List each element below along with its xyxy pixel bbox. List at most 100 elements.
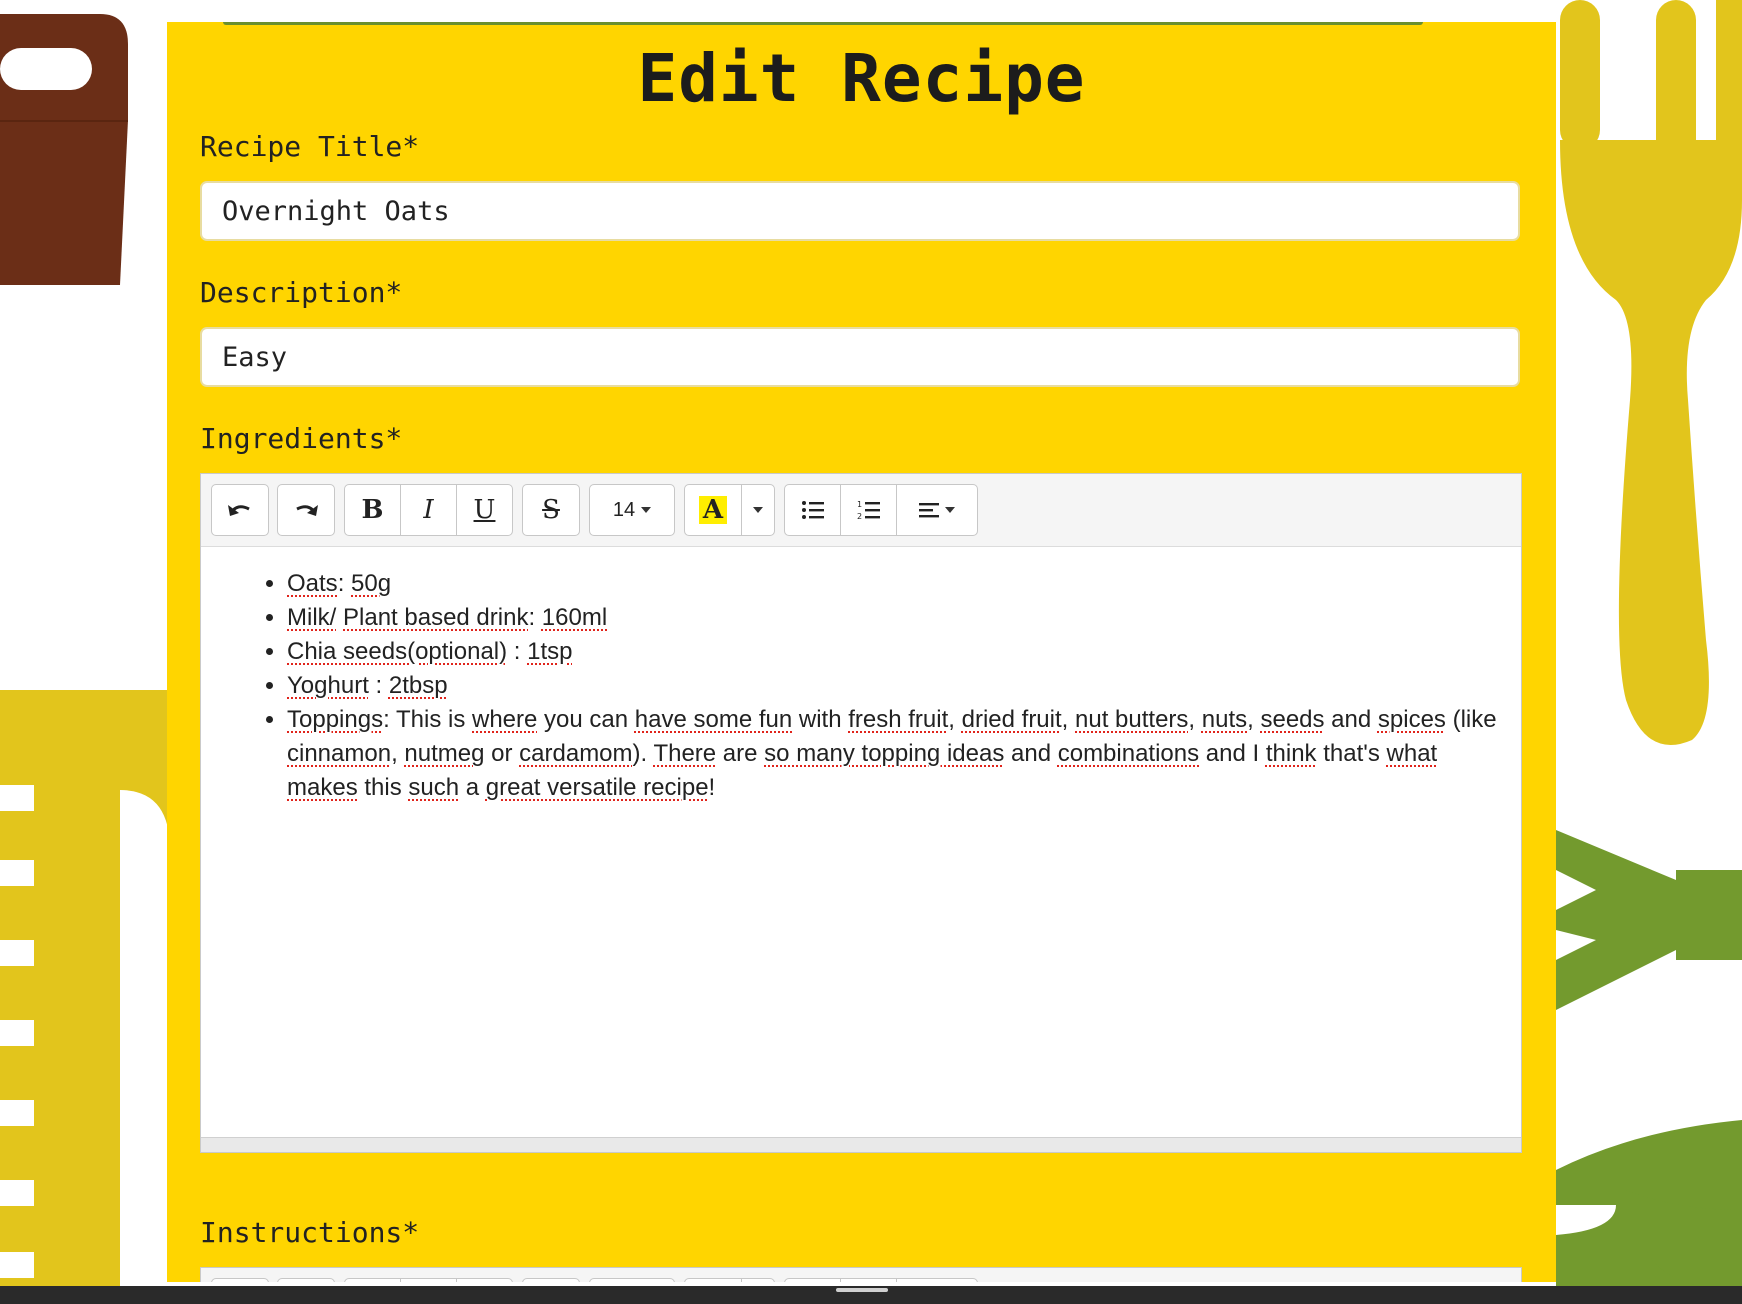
list-item-text: ). <box>632 740 654 767</box>
list-item-text: so many topping ideas <box>764 740 1005 767</box>
list-item-text: 2tbsp <box>388 672 448 699</box>
highlight-a-icon: A <box>698 496 728 524</box>
highlight-color-dropdown[interactable] <box>741 484 775 536</box>
unordered-list-icon <box>801 501 824 519</box>
list-item-text <box>336 604 343 631</box>
resize-grip[interactable] <box>836 1288 888 1292</box>
bold-button[interactable]: B <box>344 484 401 536</box>
ordered-list-icon: 12 <box>857 500 880 521</box>
list-item-text: , <box>1061 706 1075 733</box>
instructions-label: Instructions* <box>200 1216 420 1249</box>
strikethrough-button[interactable]: S <box>522 1278 580 1282</box>
list-item: Chia seeds(optional) : 1tsp <box>287 635 1501 669</box>
list-item-text: , <box>1188 706 1202 733</box>
list-item-text: spices <box>1377 706 1446 733</box>
underline-button[interactable]: U <box>456 1278 513 1282</box>
list-item-text: dried fruit <box>961 706 1062 733</box>
list-item-text: where <box>472 706 538 733</box>
unordered-list-button[interactable] <box>784 1278 841 1282</box>
description-input[interactable] <box>200 327 1520 387</box>
list-item-text: what <box>1386 740 1438 767</box>
highlight-color-button[interactable]: A <box>684 1278 742 1282</box>
list-item-text: Yoghurt <box>287 672 369 699</box>
highlight-color-dropdown[interactable] <box>741 1278 775 1282</box>
cup-illustration <box>0 14 128 285</box>
ordered-list-button[interactable]: 12 <box>840 484 897 536</box>
list-item-text: and I <box>1199 740 1266 767</box>
list-item-text: cinnamon <box>287 740 392 767</box>
chevron-down-icon <box>753 507 763 513</box>
measuring-jug-illustration <box>0 690 170 1290</box>
redo-icon <box>296 505 318 516</box>
italic-button[interactable]: I <box>400 1278 457 1282</box>
list-item: Oats: 50g <box>287 567 1501 601</box>
undo-button[interactable] <box>211 484 269 536</box>
list-item-text: cardamom <box>519 740 633 767</box>
italic-button[interactable]: I <box>400 484 457 536</box>
list-item-text: There <box>653 740 717 767</box>
svg-text:2: 2 <box>857 512 862 521</box>
list-item: Milk/ Plant based drink: 160ml <box>287 601 1501 635</box>
list-item-text: 50g <box>351 570 392 597</box>
list-item-text: , <box>948 706 962 733</box>
list-item: Yoghurt : 2tbsp <box>287 669 1501 703</box>
paragraph-align-dropdown[interactable] <box>896 1278 978 1282</box>
editor-resize-bar[interactable] <box>201 1137 1521 1152</box>
ingredients-editor-content[interactable]: Oats: 50g Milk/ Plant based drink: 160ml… <box>201 547 1521 1137</box>
list-item-text: nut butters <box>1075 706 1189 733</box>
list-item-text: or <box>484 740 520 767</box>
list-item-text: and <box>1004 740 1058 767</box>
ordered-list-button[interactable]: 12 <box>840 1278 897 1282</box>
bold-button[interactable]: B <box>344 1278 401 1282</box>
list-item-text: : <box>507 638 528 665</box>
list-item-text: Chia seeds(optional) <box>287 638 508 665</box>
list-item: Toppings: This is where you can have som… <box>287 703 1501 805</box>
underline-button[interactable]: U <box>456 484 513 536</box>
recipe-title-input[interactable] <box>200 181 1520 241</box>
ingredients-label: Ingredients* <box>200 422 403 455</box>
undo-button[interactable] <box>211 1278 269 1282</box>
edit-recipe-form: Edit Recipe Recipe Title* Description* I… <box>167 22 1556 1282</box>
list-item-text: (like <box>1445 706 1497 733</box>
list-item-text: with <box>792 706 849 733</box>
description-label: Description* <box>200 276 403 309</box>
list-item-text: 160ml <box>541 604 608 631</box>
paragraph-align-dropdown[interactable] <box>896 484 978 536</box>
fork-illustration <box>1556 0 1742 760</box>
highlight-color-button[interactable]: A <box>684 484 742 536</box>
list-item-text: and <box>1324 706 1378 733</box>
editor-toolbar: B I U S 14 A 12 <box>201 1268 1521 1282</box>
panel-accent-bar <box>223 22 1423 25</box>
list-item-text: : <box>368 672 389 699</box>
list-item-text: nuts <box>1201 706 1248 733</box>
list-item-text: ! <box>708 774 716 801</box>
list-item-text: makes <box>287 774 358 801</box>
redo-button[interactable] <box>277 484 335 536</box>
font-size-dropdown[interactable]: 14 <box>589 1278 675 1282</box>
list-item-text: 1tsp <box>527 638 573 665</box>
unordered-list-button[interactable] <box>784 484 841 536</box>
list-item-text: think <box>1265 740 1317 767</box>
list-item-text: , <box>391 740 405 767</box>
list-item-text: seeds <box>1260 706 1325 733</box>
ingredients-editor: B I U S 14 A 12 Oats: <box>200 473 1522 1153</box>
instructions-editor: B I U S 14 A 12 <box>200 1267 1522 1282</box>
strikethrough-button[interactable]: S <box>522 484 580 536</box>
list-item-text: Plant based drink <box>343 604 529 631</box>
list-item-text: a <box>459 774 486 801</box>
chevron-down-icon <box>641 507 652 513</box>
font-size-dropdown[interactable]: 14 <box>589 484 675 536</box>
list-item-text: : <box>337 570 352 597</box>
list-item-text: Milk/ <box>287 604 337 631</box>
list-item-text: such <box>408 774 460 801</box>
svg-text:1: 1 <box>857 500 862 509</box>
undo-icon <box>228 505 250 516</box>
redo-button[interactable] <box>277 1278 335 1282</box>
green-utensil-illustration <box>1556 830 1742 1290</box>
list-item-text: are <box>716 740 765 767</box>
align-left-icon <box>919 503 939 518</box>
list-item-text: fresh fruit <box>848 706 949 733</box>
list-item-text: you can <box>537 706 635 733</box>
list-item-text: Toppings <box>287 706 384 733</box>
list-item-text: Oats <box>287 570 338 597</box>
